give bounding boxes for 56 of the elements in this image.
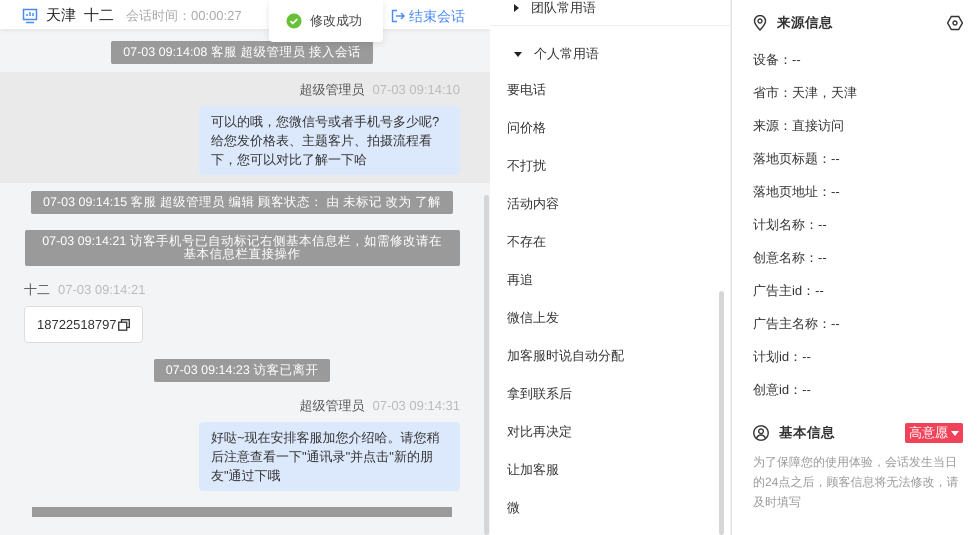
phrase-item[interactable]: 加客服时说自动分配 [490,337,730,375]
system-message: 07-03 09:14:15 客服 超级管理员 编辑 顾客状态： 由 未标记 改为 了解 [31,191,453,214]
info-field: 计划名称：-- [753,208,963,241]
sender-name: 超级管理员 [300,82,365,98]
section-title: 基本信息 [779,424,835,442]
caret-icon [951,430,959,436]
phrase-item[interactable]: 问价格 [490,109,730,147]
phone-number: 18722518797 [37,316,117,334]
caret-icon [514,52,522,56]
sender-name: 十二 [24,282,50,298]
message-time: 07-03 09:14:31 [372,398,460,414]
phrase-item[interactable]: 活动内容 [490,185,730,223]
phrase-item[interactable]: 要电话 [490,71,730,109]
phrase-item[interactable]: 再追 [490,261,730,299]
exit-icon [391,8,405,22]
info-field: 设备：-- [753,43,963,76]
toast-message: 修改成功 [310,12,362,30]
info-field: 创意id：-- [753,373,963,406]
scrollbar[interactable] [719,291,724,535]
phrase-item[interactable]: 拿到联系后 [490,375,730,413]
sender-name: 超级管理员 [300,398,365,414]
location-pin-icon [753,15,767,31]
info-field: 来源：直接访问 [753,109,963,142]
info-field: 省市：天津，天津 [753,76,963,109]
session-time: 会话时间：00:00:27 [126,6,242,24]
phrase-group-header[interactable]: 团队常用语 [490,0,730,26]
phrase-item[interactable]: 对比再决定 [490,413,730,451]
info-field: 广告主名称：-- [753,307,963,340]
info-field: 广告主id：-- [753,274,963,307]
message-bubble: 好哒~现在安排客服加您介绍哈。请您稍后注意查看一下"通讯录"并点击"新的朋友"通过下哦 [199,422,460,491]
user-icon [753,425,769,441]
visitor-name: 十二 [84,6,114,24]
info-field: 落地页地址：-- [753,175,963,208]
system-message: 07-03 09:14:08 客服 超级管理员 接入会话 [111,41,373,64]
info-field: 落地页标题：-- [753,142,963,175]
phrase-item[interactable]: 让加客服 [490,451,730,489]
location-text: 天津 [46,6,76,24]
caret-icon [514,4,519,12]
phrase-item[interactable]: 微信上发 [490,299,730,337]
system-message: 07-03 09:14:21 访客手机号已自动标记右侧基本信息栏，如需修改请在基本信息栏直接操作 [24,230,460,266]
system-message: 07-03 09:14:23 访客已离开 [154,359,330,382]
success-icon [286,13,302,29]
copy-icon [118,318,130,330]
phrase-item[interactable]: 不打扰 [490,147,730,185]
monitor-icon [22,8,38,24]
info-field: 计划id：-- [753,340,963,373]
notice-text: 为了保障您的使用体验，会话发生当日的24点之后，顾客信息将无法修改，请及时填写 [753,454,960,511]
section-title: 来源信息 [777,14,833,32]
info-field: 创意名称：-- [753,241,963,274]
phrase-item[interactable]: 微 [490,489,730,527]
message-time: 07-03 09:14:21 [58,282,146,298]
settings-icon[interactable] [947,15,963,31]
intent-dropdown[interactable]: 高意愿 [905,423,963,443]
message-bubble: 可以的哦，您微信号或者手机号多少呢?给您发价格表、主题客片、拍摄流程看下，您可以对比了解一下哈 [199,106,460,175]
phrase-item[interactable]: 不存在 [490,223,730,261]
scrollbar[interactable] [484,195,489,535]
